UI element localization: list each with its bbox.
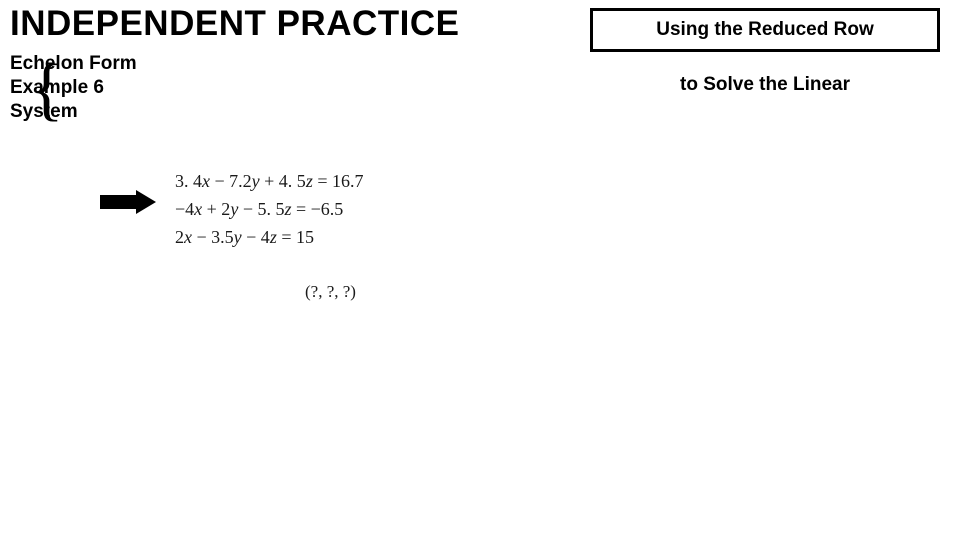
equation-2: −4x + 2y − 5. 5z = −6.5 (175, 196, 363, 224)
subtitle-line-2: Example 6 (10, 76, 137, 100)
subtitle-line-1: Echelon Form (10, 52, 137, 76)
subtitle-line-3: System (10, 100, 137, 124)
equation-3: 2x − 3.5y − 4z = 15 (175, 224, 363, 252)
arrow-right-icon (100, 190, 160, 214)
page-title: INDEPENDENT PRACTICE (10, 4, 459, 44)
subtitle-right-line: to Solve the Linear (590, 74, 940, 96)
subtitle-box: Using the Reduced Row (590, 8, 940, 52)
slide: INDEPENDENT PRACTICE { Echelon Form Exam… (0, 0, 960, 540)
equation-system: 3. 4x − 7.2y + 4. 5z = 16.7 −4x + 2y − 5… (175, 168, 363, 252)
equation-1: 3. 4x − 7.2y + 4. 5z = 16.7 (175, 168, 363, 196)
subtitle-left: Echelon Form Example 6 System (10, 52, 137, 123)
subtitle-box-text: Using the Reduced Row (656, 19, 873, 41)
answer-placeholder: (?, ?, ?) (305, 282, 356, 302)
